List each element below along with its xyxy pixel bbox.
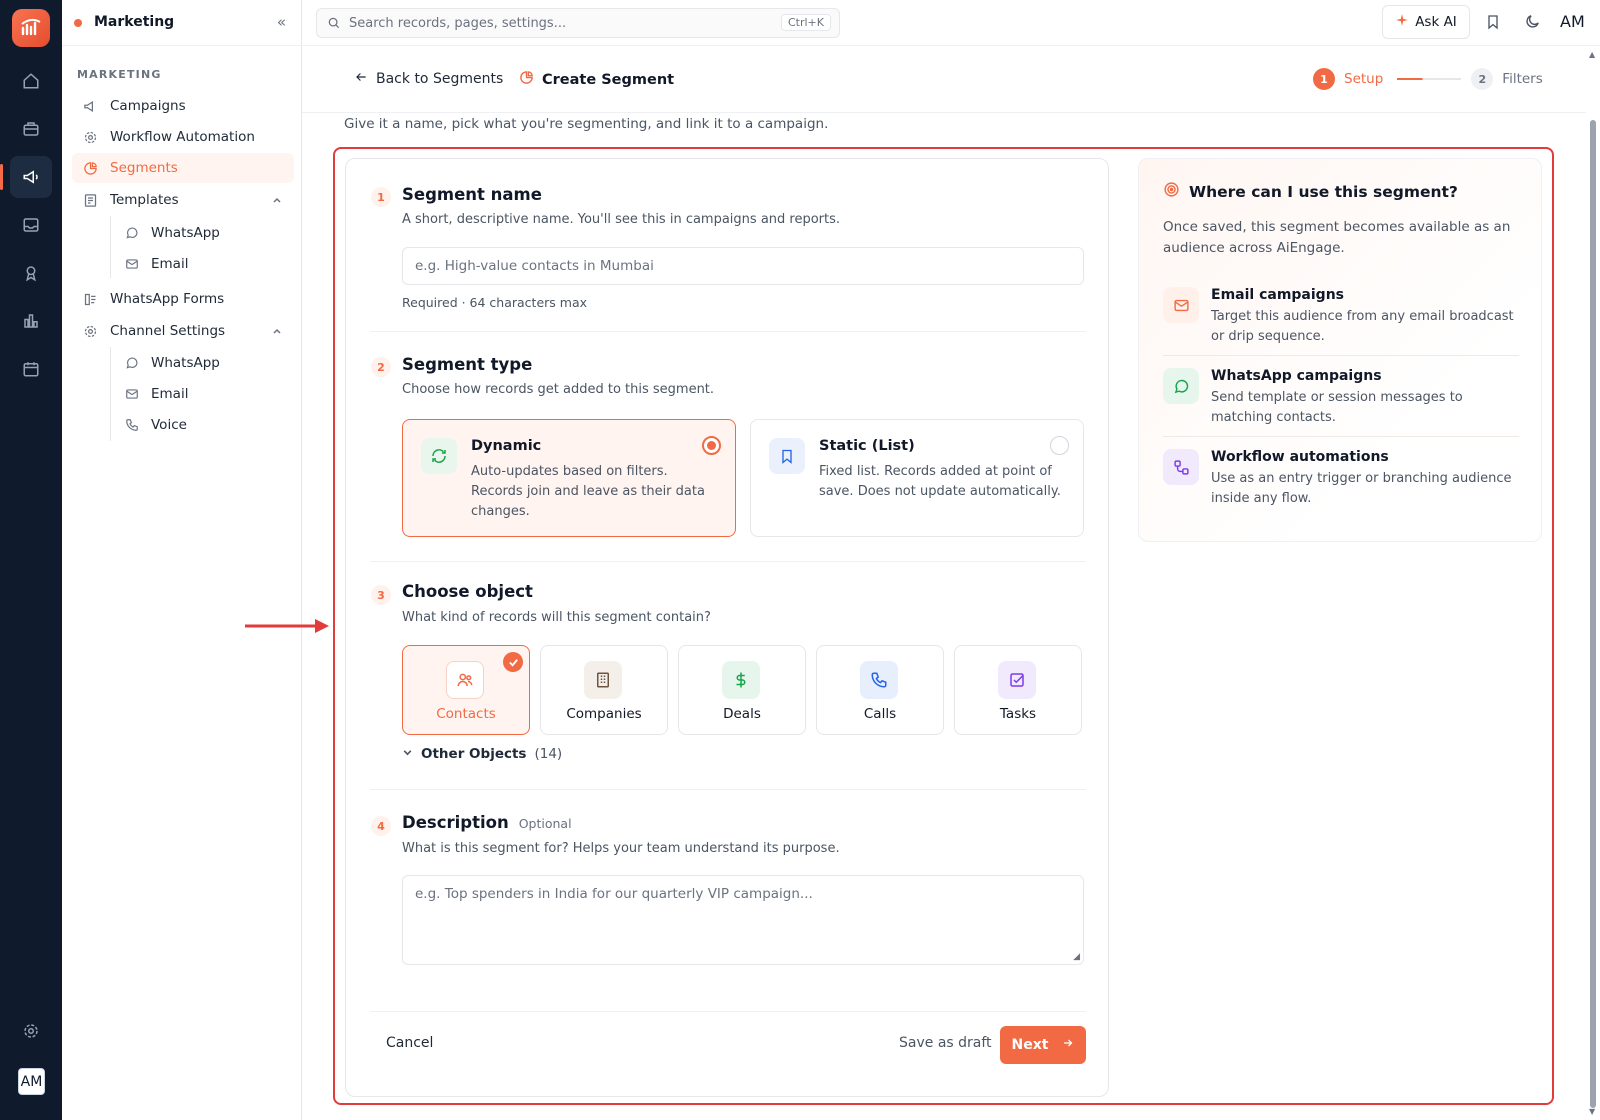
phone-icon (124, 418, 140, 432)
scrollbar-thumb[interactable] (1590, 120, 1596, 1108)
sidebar-subitem-label: Voice (151, 417, 187, 433)
sparkle-icon (1395, 13, 1409, 31)
sidebar-subitem-whatsapp-channel[interactable]: WhatsApp (112, 348, 292, 378)
sidebar-subitem-email-channel[interactable]: Email (112, 379, 292, 409)
inbox-icon[interactable] (10, 204, 52, 246)
sidebar-item-label: WhatsApp Forms (110, 291, 225, 307)
collapse-sidebar-icon[interactable]: « (277, 13, 286, 31)
sidebar-item-label: Campaigns (110, 98, 186, 114)
ask-ai-button[interactable]: Ask AI (1382, 5, 1470, 39)
moon-icon[interactable] (1524, 13, 1541, 30)
workspace-title: Marketing (94, 14, 175, 30)
icon-rail: AM (0, 0, 62, 1120)
sidebar-item-label: Workflow Automation (110, 129, 255, 145)
mail-icon (124, 257, 140, 271)
pie-chart-icon (519, 70, 534, 89)
ribbon-icon[interactable] (10, 252, 52, 294)
sidebar-subitem-email-template[interactable]: Email (112, 249, 292, 279)
step-2-label[interactable]: Filters (1502, 71, 1542, 87)
vertical-scrollbar[interactable]: ▲ ▼ (1586, 46, 1600, 1120)
ask-ai-label: Ask AI (1415, 14, 1457, 30)
template-icon (80, 193, 100, 208)
sidebar-item-label: Templates (110, 192, 179, 208)
sidebar-item-segments[interactable]: Segments (72, 153, 294, 183)
settings-icon[interactable] (10, 1010, 52, 1052)
sidebar-item-label: Channel Settings (110, 323, 226, 339)
sidebar-item-whatsapp-forms[interactable]: WhatsApp Forms (72, 284, 294, 314)
sidebar: Marketing « MARKETING Campaigns Workflow… (62, 0, 302, 1120)
search-shortcut: Ctrl+K (780, 14, 831, 31)
chevron-up-icon[interactable] (272, 324, 282, 340)
page-title: Create Segment (519, 70, 674, 89)
wizard-stepper: 1 Setup 2 Filters (1313, 68, 1543, 90)
search-input[interactable]: Search records, pages, settings... (349, 16, 566, 31)
whatsapp-icon (124, 226, 140, 240)
step-2-number[interactable]: 2 (1471, 68, 1494, 90)
briefcase-icon[interactable] (10, 108, 52, 150)
pie-chart-icon (80, 161, 100, 176)
back-to-segments-link[interactable]: Back to Segments (354, 70, 503, 88)
header-divider (302, 112, 1586, 113)
sidebar-item-templates[interactable]: Templates (72, 185, 294, 215)
scroll-down-arrow[interactable]: ▼ (1589, 1107, 1595, 1116)
step-1-number[interactable]: 1 (1313, 68, 1335, 90)
sidebar-item-campaigns[interactable]: Campaigns (72, 91, 294, 121)
sidebar-subitem-label: Email (151, 386, 189, 402)
gear-icon (80, 324, 100, 339)
sidebar-item-label: Segments (110, 160, 178, 176)
highlight-frame (333, 147, 1554, 1105)
global-search[interactable]: Search records, pages, settings... Ctrl+… (316, 8, 840, 38)
page-title-text: Create Segment (542, 71, 675, 88)
workflow-icon (80, 130, 100, 145)
form-icon (80, 292, 100, 307)
intro-text: Give it a name, pick what you're segment… (344, 116, 829, 132)
user-avatar[interactable]: AM (18, 1068, 45, 1095)
annotation-arrow (245, 619, 329, 633)
arrow-left-icon (354, 70, 368, 88)
sidebar-header: Marketing « (62, 0, 302, 46)
chevron-up-icon[interactable] (272, 193, 282, 209)
sidebar-subitem-whatsapp-template[interactable]: WhatsApp (112, 218, 292, 248)
calendar-icon[interactable] (10, 348, 52, 390)
scroll-up-arrow[interactable]: ▲ (1589, 50, 1595, 59)
bar-chart-icon[interactable] (10, 300, 52, 342)
sidebar-subitem-voice-channel[interactable]: Voice (112, 410, 292, 440)
workspace-dot (74, 19, 82, 27)
back-label: Back to Segments (376, 71, 504, 87)
sidebar-item-channel-settings[interactable]: Channel Settings (72, 316, 294, 346)
megaphone-icon[interactable] (0, 156, 52, 198)
whatsapp-icon (124, 356, 140, 370)
sidebar-section-label: MARKETING (77, 68, 162, 81)
sidebar-subitem-label: Email (151, 256, 189, 272)
tree-line (110, 216, 111, 278)
home-icon[interactable] (10, 60, 52, 102)
bookmark-icon[interactable] (1485, 13, 1501, 31)
mail-icon (124, 387, 140, 401)
user-avatar[interactable]: AM (1560, 12, 1585, 31)
app-logo[interactable] (12, 9, 50, 47)
megaphone-icon (80, 99, 100, 114)
sidebar-subitem-label: WhatsApp (151, 355, 220, 371)
search-icon (327, 16, 341, 30)
sidebar-item-workflow-automation[interactable]: Workflow Automation (72, 122, 294, 152)
tree-line (110, 347, 111, 441)
step-connector (1397, 78, 1462, 80)
sidebar-subitem-label: WhatsApp (151, 225, 220, 241)
step-1-label[interactable]: Setup (1344, 71, 1383, 87)
top-bar: Search records, pages, settings... Ctrl+… (302, 0, 1600, 46)
